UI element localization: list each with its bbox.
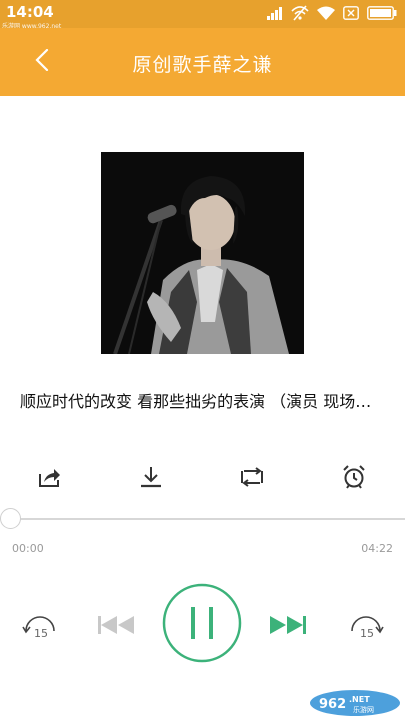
signal-icon xyxy=(267,6,283,20)
battery-icon xyxy=(367,6,397,20)
wifi-off-icon xyxy=(291,5,309,21)
rewind-seconds: 15 xyxy=(34,627,48,640)
status-bar: 14:04 乐游网 www.962.net xyxy=(0,0,405,30)
page-title: 原创歌手薛之谦 xyxy=(132,54,273,76)
share-button[interactable] xyxy=(37,466,63,492)
progress-track[interactable] xyxy=(12,518,405,520)
album-cover xyxy=(101,152,304,354)
alarm-button[interactable] xyxy=(341,465,367,493)
pause-icon xyxy=(162,583,242,667)
wifi-icon xyxy=(317,6,335,20)
rewind-icon: 15 xyxy=(20,611,60,645)
rewind-15-button[interactable]: 15 xyxy=(20,611,60,645)
status-time: 14:04 xyxy=(6,3,54,21)
brand-logo: 962 .NET 乐游网 xyxy=(309,688,401,718)
download-icon xyxy=(140,466,162,492)
forward-15-button[interactable]: 15 xyxy=(346,611,386,645)
repeat-icon xyxy=(240,467,264,491)
share-icon xyxy=(38,466,62,492)
next-icon xyxy=(269,614,307,640)
svg-text:乐游网: 乐游网 xyxy=(353,705,374,714)
repeat-button[interactable] xyxy=(239,466,265,492)
song-title: 顺应时代的改变 看那些拙劣的表演 （演员 现场… xyxy=(20,392,372,411)
pause-button[interactable] xyxy=(162,583,242,667)
playback-controls: 15 15 xyxy=(0,583,405,669)
status-icons xyxy=(267,5,397,21)
download-button[interactable] xyxy=(138,466,164,492)
forward-icon: 15 xyxy=(346,611,386,645)
next-button[interactable] xyxy=(268,615,308,639)
previous-icon xyxy=(97,614,135,640)
app-bar: 原创歌手薛之谦 xyxy=(0,28,405,96)
alarm-icon xyxy=(342,465,366,493)
progress-slider[interactable] xyxy=(0,508,405,529)
svg-text:962: 962 xyxy=(319,697,346,712)
total-time: 04:22 xyxy=(361,542,393,555)
previous-button[interactable] xyxy=(96,615,136,639)
progress-thumb[interactable] xyxy=(0,508,21,529)
svg-text:.NET: .NET xyxy=(349,695,370,704)
sim-x-icon xyxy=(343,6,359,20)
forward-seconds: 15 xyxy=(360,627,374,640)
action-row xyxy=(0,465,405,493)
current-time: 00:00 xyxy=(12,542,44,555)
